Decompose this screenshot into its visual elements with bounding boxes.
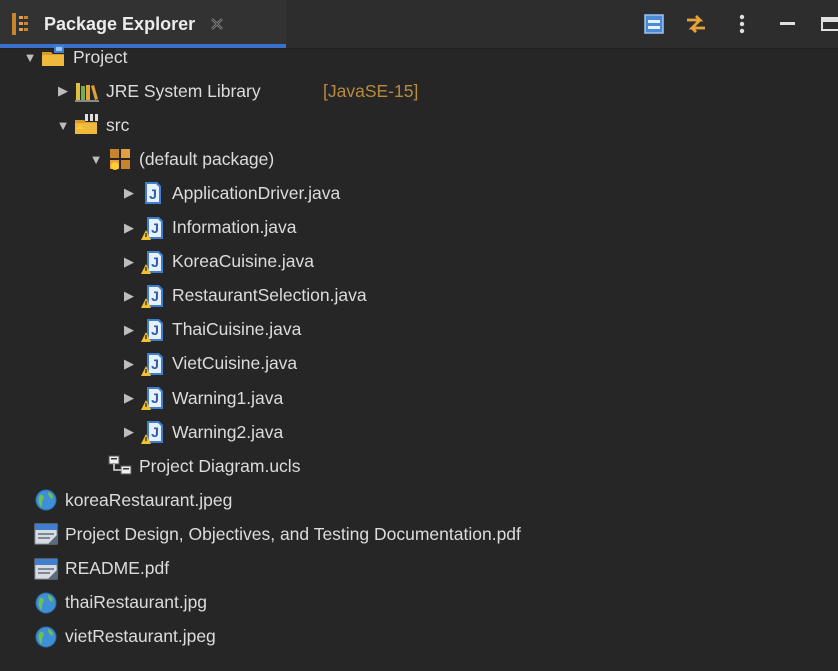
tree-item-label: thaiRestaurant.jpg (65, 592, 208, 613)
collapse-arrow-icon[interactable]: ▶ (121, 322, 137, 338)
collapse-arrow-icon[interactable]: ▶ (55, 83, 71, 99)
diagram-icon (106, 452, 134, 480)
globe-icon (32, 486, 60, 514)
tree-item-label: Project Design, Objectives, and Testing … (65, 523, 521, 544)
tree-item-label: Information.java (172, 217, 297, 237)
link-with-editor-icon[interactable] (684, 12, 708, 36)
tree-item-label: Warning2.java (172, 421, 284, 442)
tree-item-label: ApplicationDriver.java (172, 182, 341, 203)
collapse-arrow-icon[interactable]: ▶ (121, 220, 137, 236)
java-file-warning-icon: J (139, 384, 167, 412)
tree-item-label: vietRestaurant.jpeg (65, 626, 216, 647)
java-file-warning-icon: J (139, 248, 167, 276)
java-file-warning-icon: J (139, 418, 167, 446)
java-file-warning-icon: J (139, 214, 167, 242)
package-explorer-icon (12, 13, 28, 35)
tree-item-label: Project Diagram.ucls (139, 455, 301, 476)
tree-item-decoration: [JavaSE-15] (323, 80, 419, 101)
svg-text:J: J (151, 356, 159, 372)
tree-item-label: Warning1.java (172, 387, 284, 408)
package-icon (106, 145, 134, 173)
globe-icon (32, 623, 60, 651)
collapse-arrow-icon[interactable]: ▶ (121, 424, 137, 440)
collapse-arrow-icon[interactable]: ▶ (121, 185, 137, 201)
svg-text:J: J (151, 390, 159, 406)
java-file-warning-icon: J (139, 350, 167, 378)
tree-item-label: VietCuisine.java (172, 353, 298, 374)
globe-icon (32, 589, 60, 617)
pdf-file-icon (32, 520, 60, 548)
svg-text:J: J (151, 220, 159, 236)
tree-item-label: KoreaCuisine.java (172, 251, 315, 272)
more-vertical-icon[interactable] (730, 12, 754, 36)
view-title: Package Explorer (44, 13, 196, 34)
svg-text:J: J (151, 288, 159, 304)
collapse-arrow-icon[interactable]: ▶ (121, 390, 137, 406)
collapse-arrow-icon[interactable]: ▶ (121, 356, 137, 372)
tree-item-label: src (106, 114, 130, 135)
tree-item-label: Project (73, 46, 128, 67)
library-icon (73, 77, 101, 105)
expand-arrow-icon[interactable]: ▼ (55, 117, 71, 133)
collapse-all-icon[interactable] (642, 12, 666, 36)
tree-item-label: RestaurantSelection.java (172, 285, 367, 306)
tree-item-label: ThaiCuisine.java (172, 319, 302, 340)
source-folder-icon (73, 111, 101, 139)
view-header: Package Explorer (0, 0, 838, 49)
tree-item-label: koreaRestaurant.jpeg (65, 489, 233, 510)
collapse-arrow-icon[interactable]: ▶ (121, 288, 137, 304)
collapse-arrow-icon[interactable]: ▶ (121, 254, 137, 270)
minimize-icon[interactable] (776, 12, 800, 36)
java-file-warning-icon: J (139, 316, 167, 344)
package-explorer-tab[interactable]: Package Explorer (0, 0, 286, 48)
svg-text:J: J (151, 322, 159, 338)
tree-item-label: JRE System Library (106, 80, 261, 101)
pdf-file-icon (32, 555, 60, 583)
expand-arrow-icon[interactable]: ▼ (88, 151, 104, 167)
svg-text:J: J (151, 254, 159, 270)
expand-arrow-icon[interactable]: ▼ (22, 49, 38, 65)
svg-text:J: J (151, 424, 159, 440)
close-icon[interactable] (209, 16, 225, 32)
tree-item-label: README.pdf (65, 558, 170, 578)
project-folder-icon (40, 43, 68, 71)
tree-item-label: (default package) (139, 148, 275, 169)
java-file-icon: J (139, 179, 167, 207)
svg-text:J: J (149, 186, 157, 202)
maximize-icon[interactable] (818, 12, 838, 36)
java-file-warning-icon: J (139, 282, 167, 310)
